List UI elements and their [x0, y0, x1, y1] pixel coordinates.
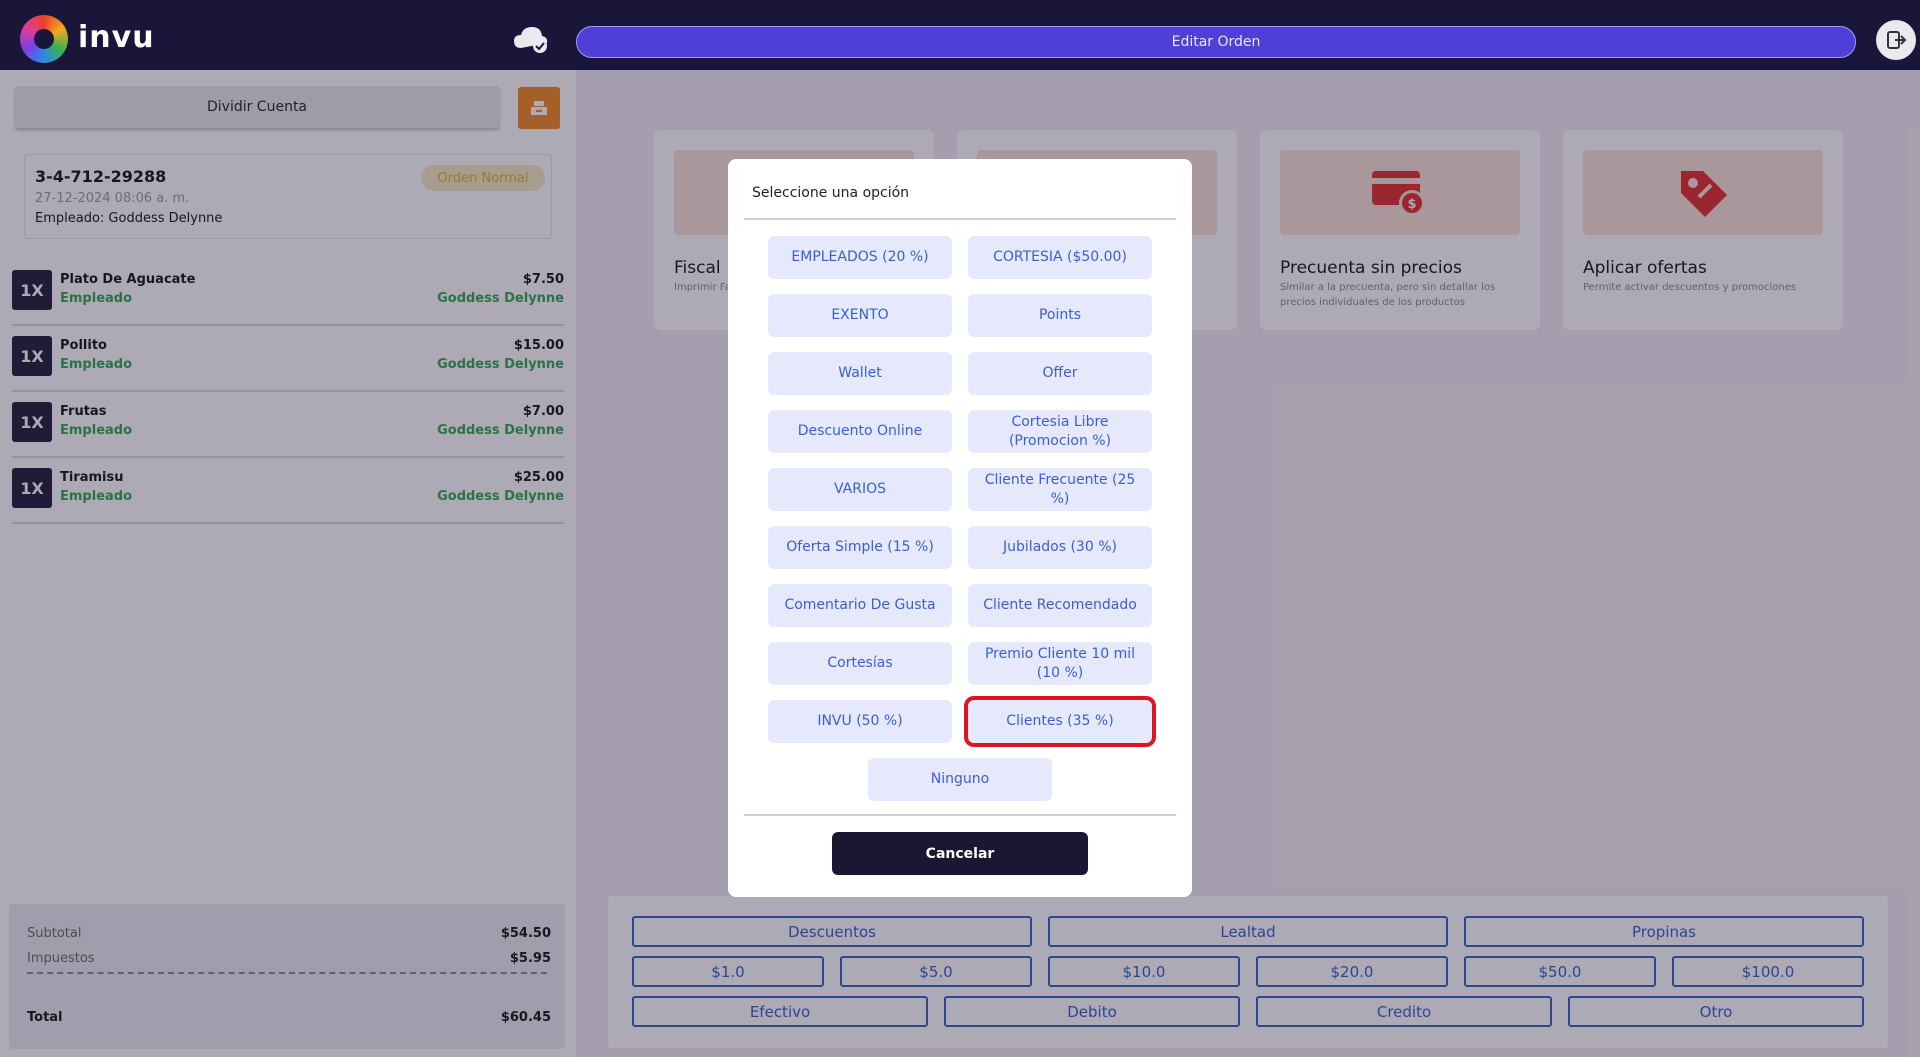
dialog-title: Seleccione una opción — [752, 185, 910, 201]
option-cortesia[interactable]: CORTESIA ($50.00) — [968, 236, 1152, 279]
option-cortesias[interactable]: Cortesías — [768, 642, 952, 685]
option-oferta-simple[interactable]: Oferta Simple (15 %) — [768, 526, 952, 569]
option-exento[interactable]: EXENTO — [768, 294, 952, 337]
option-descuento-online[interactable]: Descuento Online — [768, 410, 952, 453]
option-cliente-recomendado[interactable]: Cliente Recomendado — [968, 584, 1152, 627]
top-bar: invu Editar Orden — [0, 0, 1920, 70]
option-points[interactable]: Points — [968, 294, 1152, 337]
option-comentario-de-gusta[interactable]: Comentario De Gusta — [768, 584, 952, 627]
option-wallet[interactable]: Wallet — [768, 352, 952, 395]
dialog-divider-bottom — [744, 814, 1176, 816]
logout-icon — [1887, 31, 1907, 49]
option-ninguno[interactable]: Ninguno — [868, 758, 1052, 801]
page-title: Editar Orden — [576, 26, 1856, 58]
invu-logo-icon — [20, 15, 68, 63]
dialog-divider-top — [744, 218, 1176, 220]
option-invu[interactable]: INVU (50 %) — [768, 700, 952, 743]
cloud-sync-icon[interactable] — [512, 24, 550, 54]
option-clientes-selected[interactable]: Clientes (35 %) — [964, 696, 1156, 747]
cancel-button[interactable]: Cancelar — [832, 832, 1088, 875]
logo-text: invu — [78, 20, 155, 55]
option-empleados[interactable]: EMPLEADOS (20 %) — [768, 236, 952, 279]
option-offer[interactable]: Offer — [968, 352, 1152, 395]
option-premio-cliente[interactable]: Premio Cliente 10 mil (10 %) — [968, 642, 1152, 685]
discount-dialog: Seleccione una opción EMPLEADOS (20 %) C… — [728, 159, 1192, 897]
option-varios[interactable]: VARIOS — [768, 468, 952, 511]
logout-button[interactable] — [1876, 20, 1916, 60]
option-cliente-frecuente[interactable]: Cliente Frecuente (25 %) — [968, 468, 1152, 511]
option-jubilados[interactable]: Jubilados (30 %) — [968, 526, 1152, 569]
option-cortesia-libre[interactable]: Cortesia Libre (Promocion %) — [968, 410, 1152, 453]
